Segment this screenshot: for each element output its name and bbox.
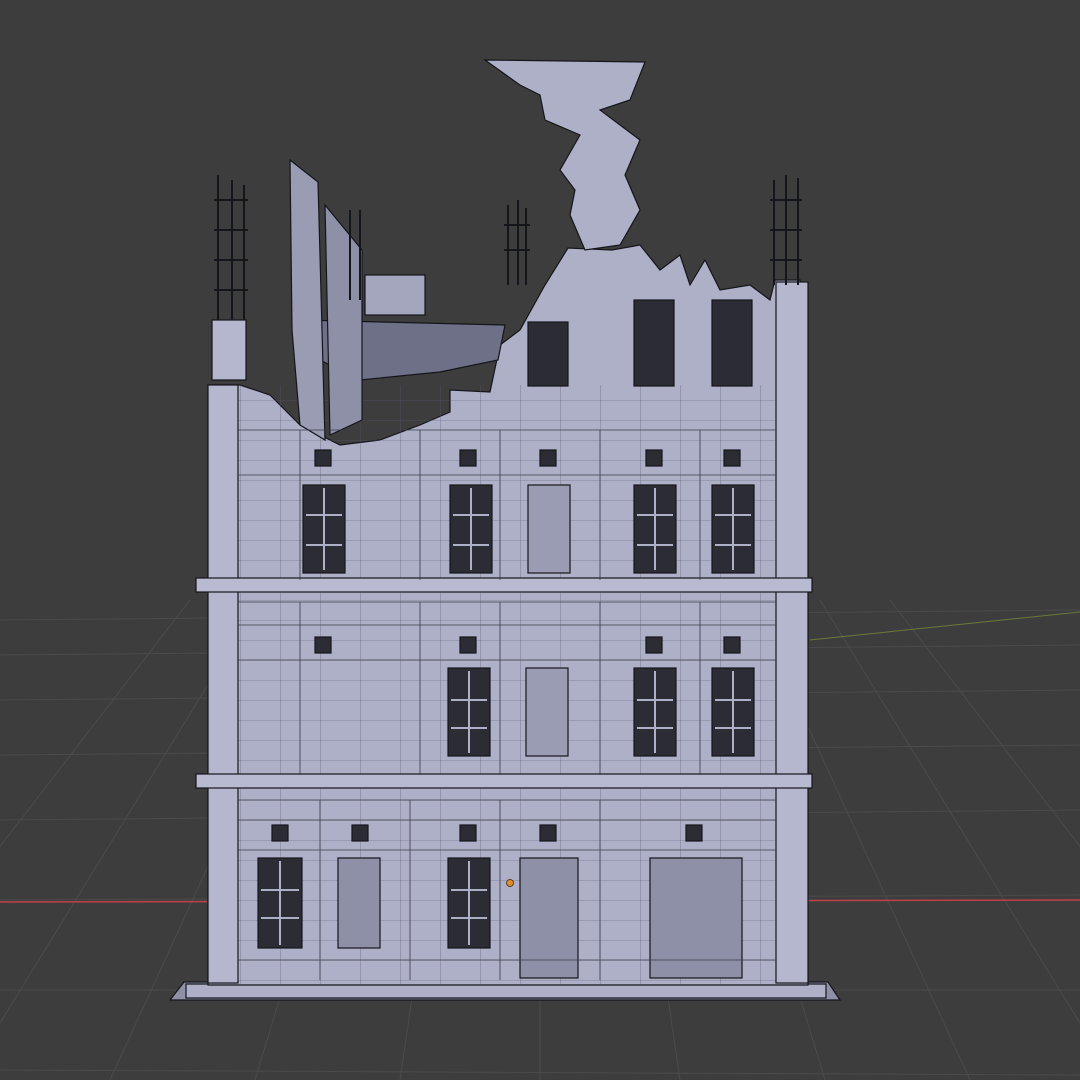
- cornice-band-lower[interactable]: [195, 773, 813, 789]
- 3d-viewport[interactable]: [0, 0, 1080, 1080]
- right-pilaster[interactable]: [775, 281, 809, 984]
- base-step[interactable]: [185, 983, 827, 999]
- rebar-right[interactable]: [770, 175, 802, 285]
- windows-ground-floor[interactable]: [257, 857, 491, 949]
- viewport-canvas[interactable]: [0, 0, 1080, 1080]
- origin-dot-icon[interactable]: [506, 879, 514, 887]
- left-pilaster[interactable]: [207, 384, 239, 984]
- ruined-small-block[interactable]: [364, 274, 426, 316]
- cornice-band-upper[interactable]: [195, 577, 813, 593]
- left-pillar-cap[interactable]: [211, 319, 247, 381]
